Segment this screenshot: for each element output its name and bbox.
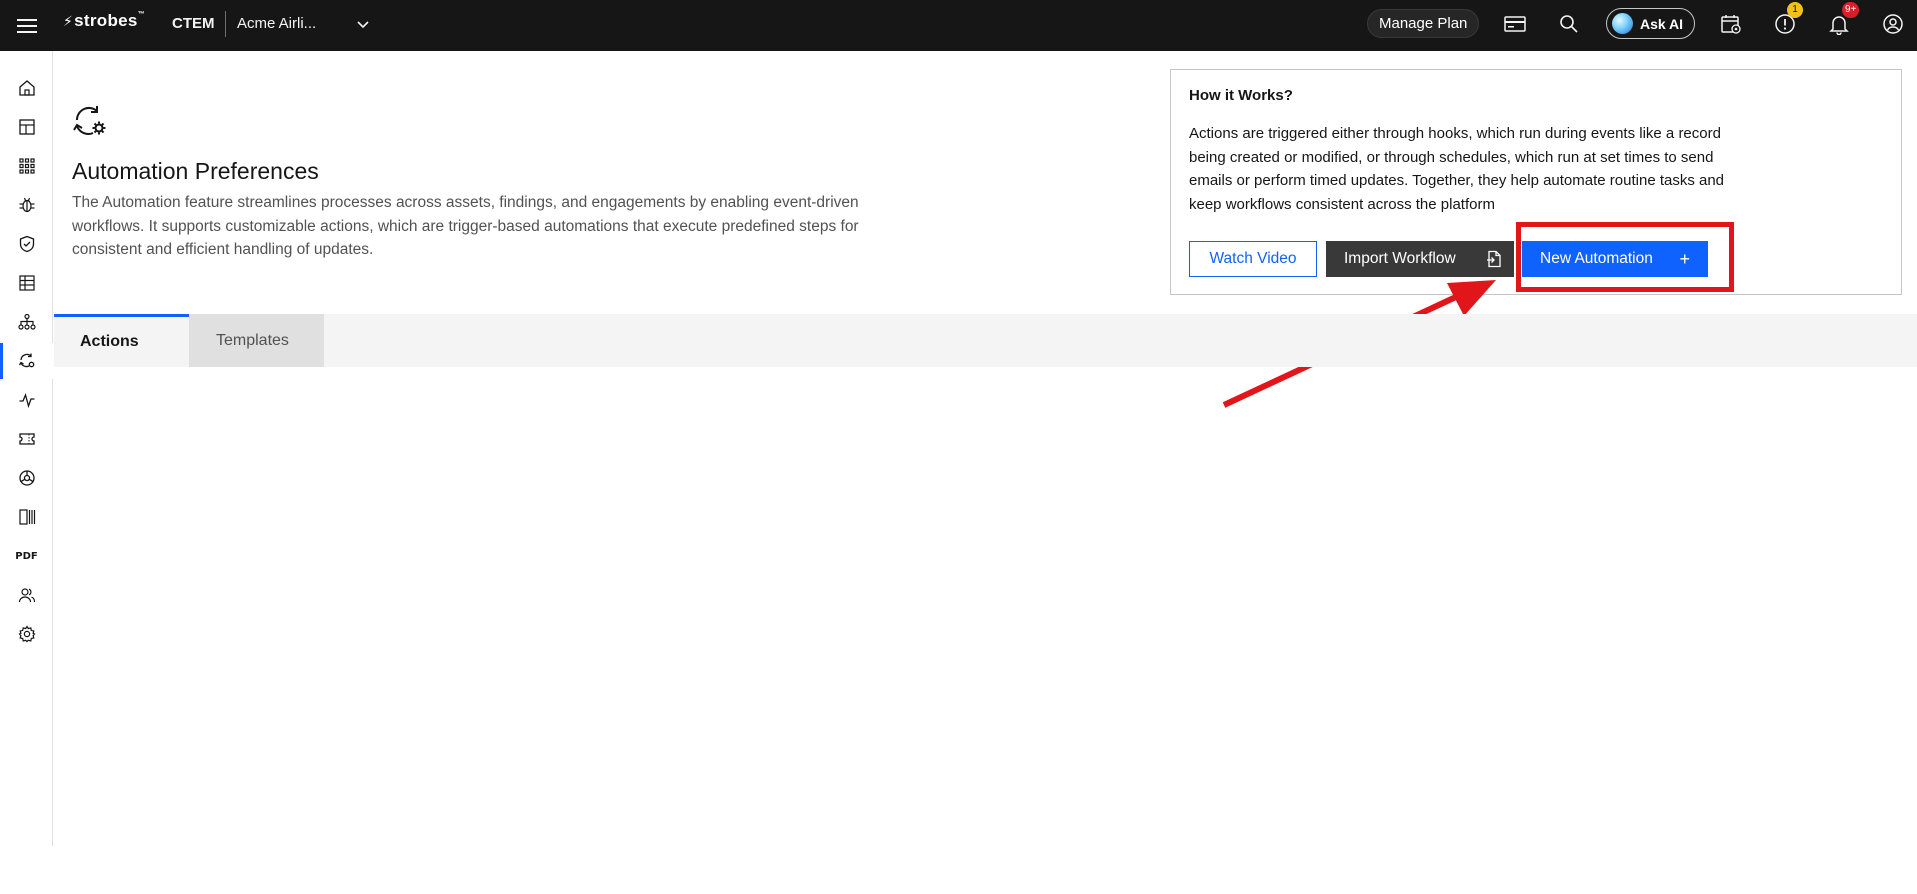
hierarchy-icon bbox=[17, 313, 36, 330]
sidebar-item-security[interactable] bbox=[0, 226, 53, 262]
manage-plan-button[interactable]: Manage Plan bbox=[1367, 9, 1480, 38]
sidebar-item-findings[interactable] bbox=[0, 187, 53, 223]
watch-video-button[interactable]: Watch Video bbox=[1189, 241, 1317, 277]
users-icon bbox=[18, 588, 35, 603]
menu-icon[interactable] bbox=[14, 13, 40, 39]
dashboard-icon bbox=[18, 119, 35, 135]
sidebar-item-reports-columns[interactable] bbox=[0, 499, 53, 535]
sidebar-item-assets[interactable] bbox=[0, 265, 53, 301]
tab-bar: Actions Templates bbox=[54, 314, 1917, 367]
search-icon[interactable] bbox=[1557, 12, 1581, 36]
tab-actions-label: Actions bbox=[80, 333, 139, 350]
sidebar-item-home[interactable] bbox=[0, 70, 53, 106]
org-selector[interactable]: Acme Airli... bbox=[237, 15, 316, 32]
tab-templates-label: Templates bbox=[216, 331, 289, 349]
header-divider bbox=[225, 11, 226, 37]
calendar-settings-icon[interactable] bbox=[1719, 12, 1743, 36]
notifications-count-badge: 9+ bbox=[1842, 2, 1860, 18]
logo-text: strobes bbox=[74, 11, 138, 30]
user-avatar-icon[interactable] bbox=[1881, 12, 1905, 36]
settings-icon bbox=[18, 625, 35, 643]
bug-icon bbox=[19, 197, 34, 213]
left-sidebar: PDF bbox=[0, 51, 53, 846]
ask-ai-button[interactable]: Ask AI bbox=[1606, 8, 1695, 39]
file-import-icon bbox=[1487, 250, 1501, 268]
top-header: ⚡strobes™ CTEM Acme Airli... Manage Plan… bbox=[0, 0, 1917, 51]
ticket-icon bbox=[18, 433, 35, 445]
chevron-down-icon[interactable] bbox=[354, 15, 372, 33]
watch-video-label: Watch Video bbox=[1209, 250, 1297, 267]
sidebar-item-integrations[interactable] bbox=[0, 460, 53, 496]
table-icon bbox=[18, 275, 35, 291]
sidebar-item-activity[interactable] bbox=[0, 382, 53, 418]
ask-ai-orb-icon bbox=[1612, 13, 1633, 34]
import-workflow-button[interactable]: Import Workflow bbox=[1326, 241, 1514, 277]
activity-icon bbox=[19, 393, 34, 409]
import-workflow-label: Import Workflow bbox=[1344, 250, 1456, 267]
sidebar-item-pdf[interactable]: PDF bbox=[0, 538, 53, 574]
columns-icon bbox=[18, 509, 35, 525]
sidebar-item-tickets[interactable] bbox=[0, 421, 53, 457]
how-it-works-title: How it Works? bbox=[1189, 87, 1293, 104]
automation-page-icon bbox=[72, 104, 108, 140]
sidebar-item-automation[interactable] bbox=[0, 343, 53, 379]
shield-check-icon bbox=[19, 235, 34, 253]
how-it-works-body: Actions are triggered either through hoo… bbox=[1189, 125, 1725, 213]
annotation-highlight-box bbox=[1516, 222, 1734, 292]
ask-ai-label: Ask AI bbox=[1640, 15, 1684, 32]
sidebar-item-settings[interactable] bbox=[0, 616, 53, 652]
page-description: The Automation feature streamlines proce… bbox=[72, 194, 859, 258]
automation-icon bbox=[18, 353, 34, 368]
apps-grid-icon bbox=[18, 158, 35, 174]
page-title: Automation Preferences bbox=[72, 158, 319, 184]
sidebar-item-hierarchy[interactable] bbox=[0, 304, 53, 340]
pdf-icon: PDF bbox=[15, 550, 38, 562]
logo[interactable]: ⚡strobes™ bbox=[63, 11, 145, 31]
sidebar-item-apps[interactable] bbox=[0, 148, 53, 184]
sidebar-item-dashboard[interactable] bbox=[0, 109, 53, 145]
tab-templates[interactable]: Templates bbox=[189, 314, 324, 367]
sidebar-item-users[interactable] bbox=[0, 577, 53, 613]
alerts-count-badge: 1 bbox=[1787, 2, 1803, 18]
tab-actions[interactable]: Actions bbox=[54, 314, 189, 367]
home-icon bbox=[18, 80, 35, 96]
product-name: CTEM bbox=[172, 15, 215, 32]
billing-card-icon[interactable] bbox=[1503, 12, 1527, 36]
integration-icon bbox=[18, 470, 35, 486]
